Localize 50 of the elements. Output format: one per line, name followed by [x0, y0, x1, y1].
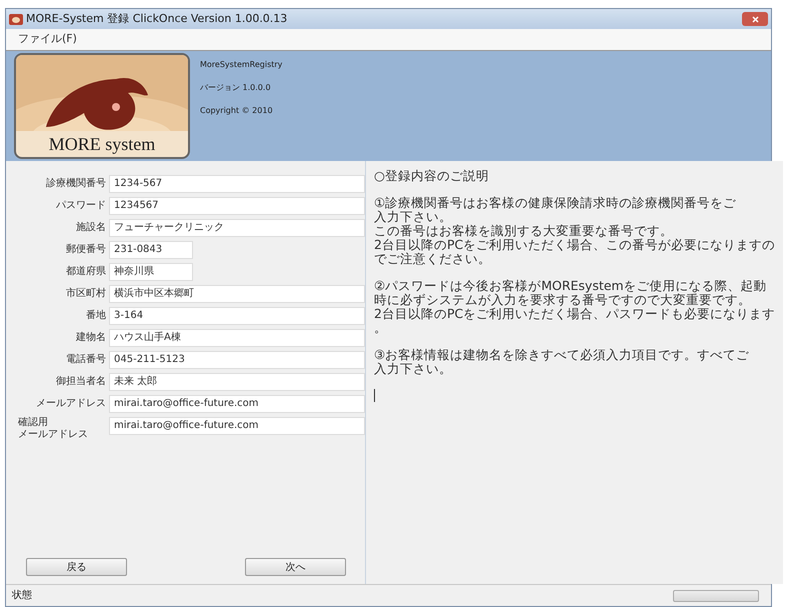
explanation-text: ③お客様情報は建物名を除きすべて必須入力項目です。すべてご [374, 348, 750, 362]
text-caret [374, 389, 375, 402]
input-field[interactable]: 045-211-5123 [109, 351, 365, 369]
input-field[interactable]: mirai.taro@office-future.com [109, 417, 365, 435]
window-title: MORE-System 登録 ClickOnce Version 1.00.0.13 [26, 10, 288, 27]
input-field[interactable]: フューチャークリニック [109, 219, 365, 237]
explanation-text: 入力下さい。 [374, 210, 453, 224]
header-text: Copyright © 2010 [200, 105, 274, 117]
field-label: 郵便番号 [65, 242, 106, 257]
field-label: 確認用 [18, 417, 49, 429]
explanation-text: ○登録内容のご説明 [374, 169, 490, 183]
logo-text: MORE system [48, 133, 156, 156]
field-label: 電話番号 [65, 352, 106, 367]
input-field[interactable]: mirai.taro@office-future.com [109, 395, 365, 413]
menu-item[interactable]: ファイル(F) [16, 31, 79, 48]
explanation-text: この番号はお客様を識別する大変重要な番号です。 [374, 224, 674, 238]
nav-button[interactable]: 戻る [26, 558, 127, 576]
eye-icon [9, 14, 23, 24]
explanation-text: 時に必ずシステムが入力を要求する番号ですので大変重要です。 [374, 293, 752, 307]
close-button[interactable] [742, 12, 768, 26]
explanation-text: 2台目以降のPCをご利用いただく場合、パスワードも必要になります [374, 307, 776, 321]
explanation-text: 2台目以降のPCをご利用いただく場合、この番号が必要になりますの [374, 238, 776, 252]
input-field[interactable]: 231-0843 [109, 241, 193, 259]
input-field[interactable]: 3-164 [109, 307, 365, 325]
header-text: バージョン 1.0.0.0 [200, 82, 272, 94]
nav-button[interactable]: 次へ [245, 558, 346, 576]
field-label: 施設名 [75, 220, 106, 235]
input-field[interactable]: 横浜市中区本郷町 [109, 285, 365, 303]
explanation-text: 。 [374, 321, 388, 335]
field-label: 御担当者名 [55, 374, 106, 389]
field-label: 都道府県 [65, 264, 106, 279]
close-icon [752, 16, 758, 22]
input-field[interactable]: 未来 太郎 [109, 373, 365, 391]
explanation-text: ②パスワードは今後お客様がMOREsystemをご使用になる際、起動 [374, 279, 768, 293]
field-label: 建物名 [75, 330, 106, 345]
field-label: パスワード [55, 199, 106, 213]
input-field[interactable]: 神奈川県 [109, 263, 193, 281]
header-text: MoreSystemRegistry [200, 59, 282, 71]
status-text: 状態 [12, 588, 32, 603]
field-label: 市区町村 [65, 286, 106, 301]
input-field[interactable]: 1234567 [109, 197, 365, 215]
input-field[interactable]: 1234-567 [109, 175, 365, 193]
field-label: メールアドレス [35, 397, 106, 411]
explanation-text: でご注意ください。 [374, 252, 492, 266]
explanation-text: ①診療機関番号はお客様の健康保険請求時の診療機関番号をご [374, 196, 738, 210]
field-label: メールアドレス [18, 429, 89, 441]
explanation-text: 入力下さい。 [374, 362, 453, 376]
field-label: 診療機関番号 [45, 176, 106, 191]
input-field[interactable]: ハウス山手A棟 [109, 329, 365, 347]
field-label: 番地 [85, 308, 106, 323]
